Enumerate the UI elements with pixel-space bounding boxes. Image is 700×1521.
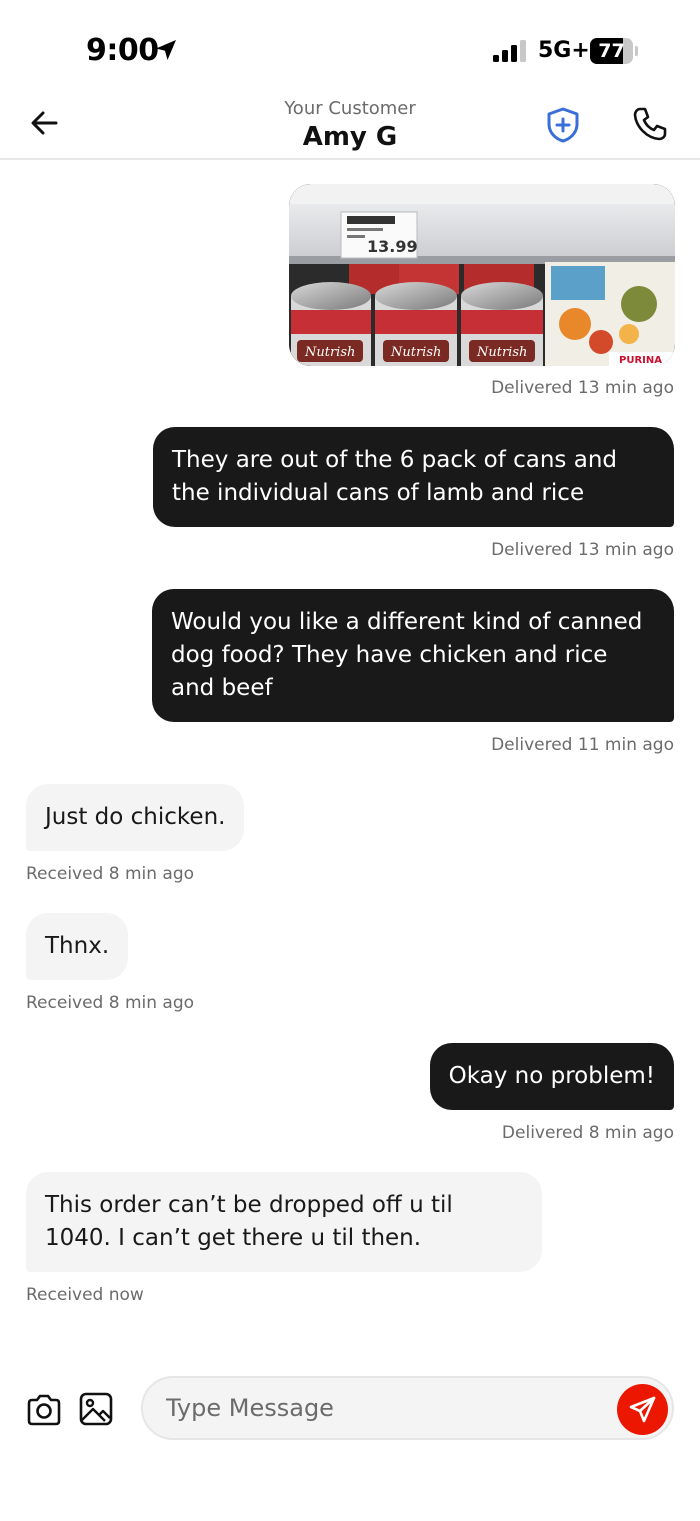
signal-bars-icon bbox=[493, 40, 526, 62]
outgoing-message: Would you like a different kind of canne… bbox=[152, 589, 674, 722]
battery-icon: 77 bbox=[590, 38, 638, 64]
can-brand-1: Nutrish bbox=[304, 345, 355, 360]
location-arrow-icon bbox=[156, 40, 176, 60]
message-status: Received 8 min ago bbox=[26, 993, 195, 1013]
can-brand-2: Nutrish bbox=[390, 345, 441, 360]
price-tag-text: 13.99 bbox=[367, 237, 418, 256]
message-composer bbox=[0, 1376, 700, 1444]
network-label: 5G+ bbox=[538, 38, 590, 63]
message-status: Delivered 11 min ago bbox=[491, 735, 674, 755]
outgoing-message: Okay no problem! bbox=[429, 1043, 674, 1110]
camera-icon[interactable] bbox=[26, 1393, 62, 1427]
shelf-photo-image: 13.99 Nutrish Nutrish Nutrish PURINA bbox=[289, 184, 675, 366]
photo-status: Delivered 13 min ago bbox=[491, 378, 674, 398]
message-status: Received now bbox=[26, 1285, 144, 1305]
message-input[interactable] bbox=[141, 1376, 674, 1440]
status-bar: 9:00 5G+ 77 bbox=[0, 0, 700, 92]
send-button[interactable] bbox=[617, 1384, 668, 1435]
customer-name: Amy G bbox=[302, 122, 398, 152]
box-brand-text: PURINA bbox=[619, 355, 662, 366]
status-time: 9:00 bbox=[86, 33, 159, 68]
message-status: Delivered 13 min ago bbox=[491, 540, 674, 560]
message-status: Delivered 8 min ago bbox=[501, 1123, 674, 1143]
incoming-message: This order can’t be dropped off u til 10… bbox=[26, 1172, 542, 1272]
shelf-photo[interactable]: 13.99 Nutrish Nutrish Nutrish PURINA bbox=[289, 184, 675, 366]
shield-plus-icon[interactable] bbox=[544, 106, 582, 144]
battery-label: 77 bbox=[598, 40, 625, 62]
chat-header: Your Customer Amy G bbox=[0, 92, 700, 160]
send-icon bbox=[629, 1396, 656, 1423]
incoming-message: Just do chicken. bbox=[26, 784, 245, 851]
header-subtitle: Your Customer bbox=[284, 98, 416, 119]
image-icon[interactable] bbox=[79, 1392, 113, 1426]
outgoing-message: They are out of the 6 pack of cans and t… bbox=[153, 427, 674, 527]
phone-icon[interactable] bbox=[632, 106, 668, 142]
incoming-message: Thnx. bbox=[26, 913, 129, 980]
can-brand-3: Nutrish bbox=[476, 345, 527, 360]
message-status: Received 8 min ago bbox=[26, 864, 195, 884]
